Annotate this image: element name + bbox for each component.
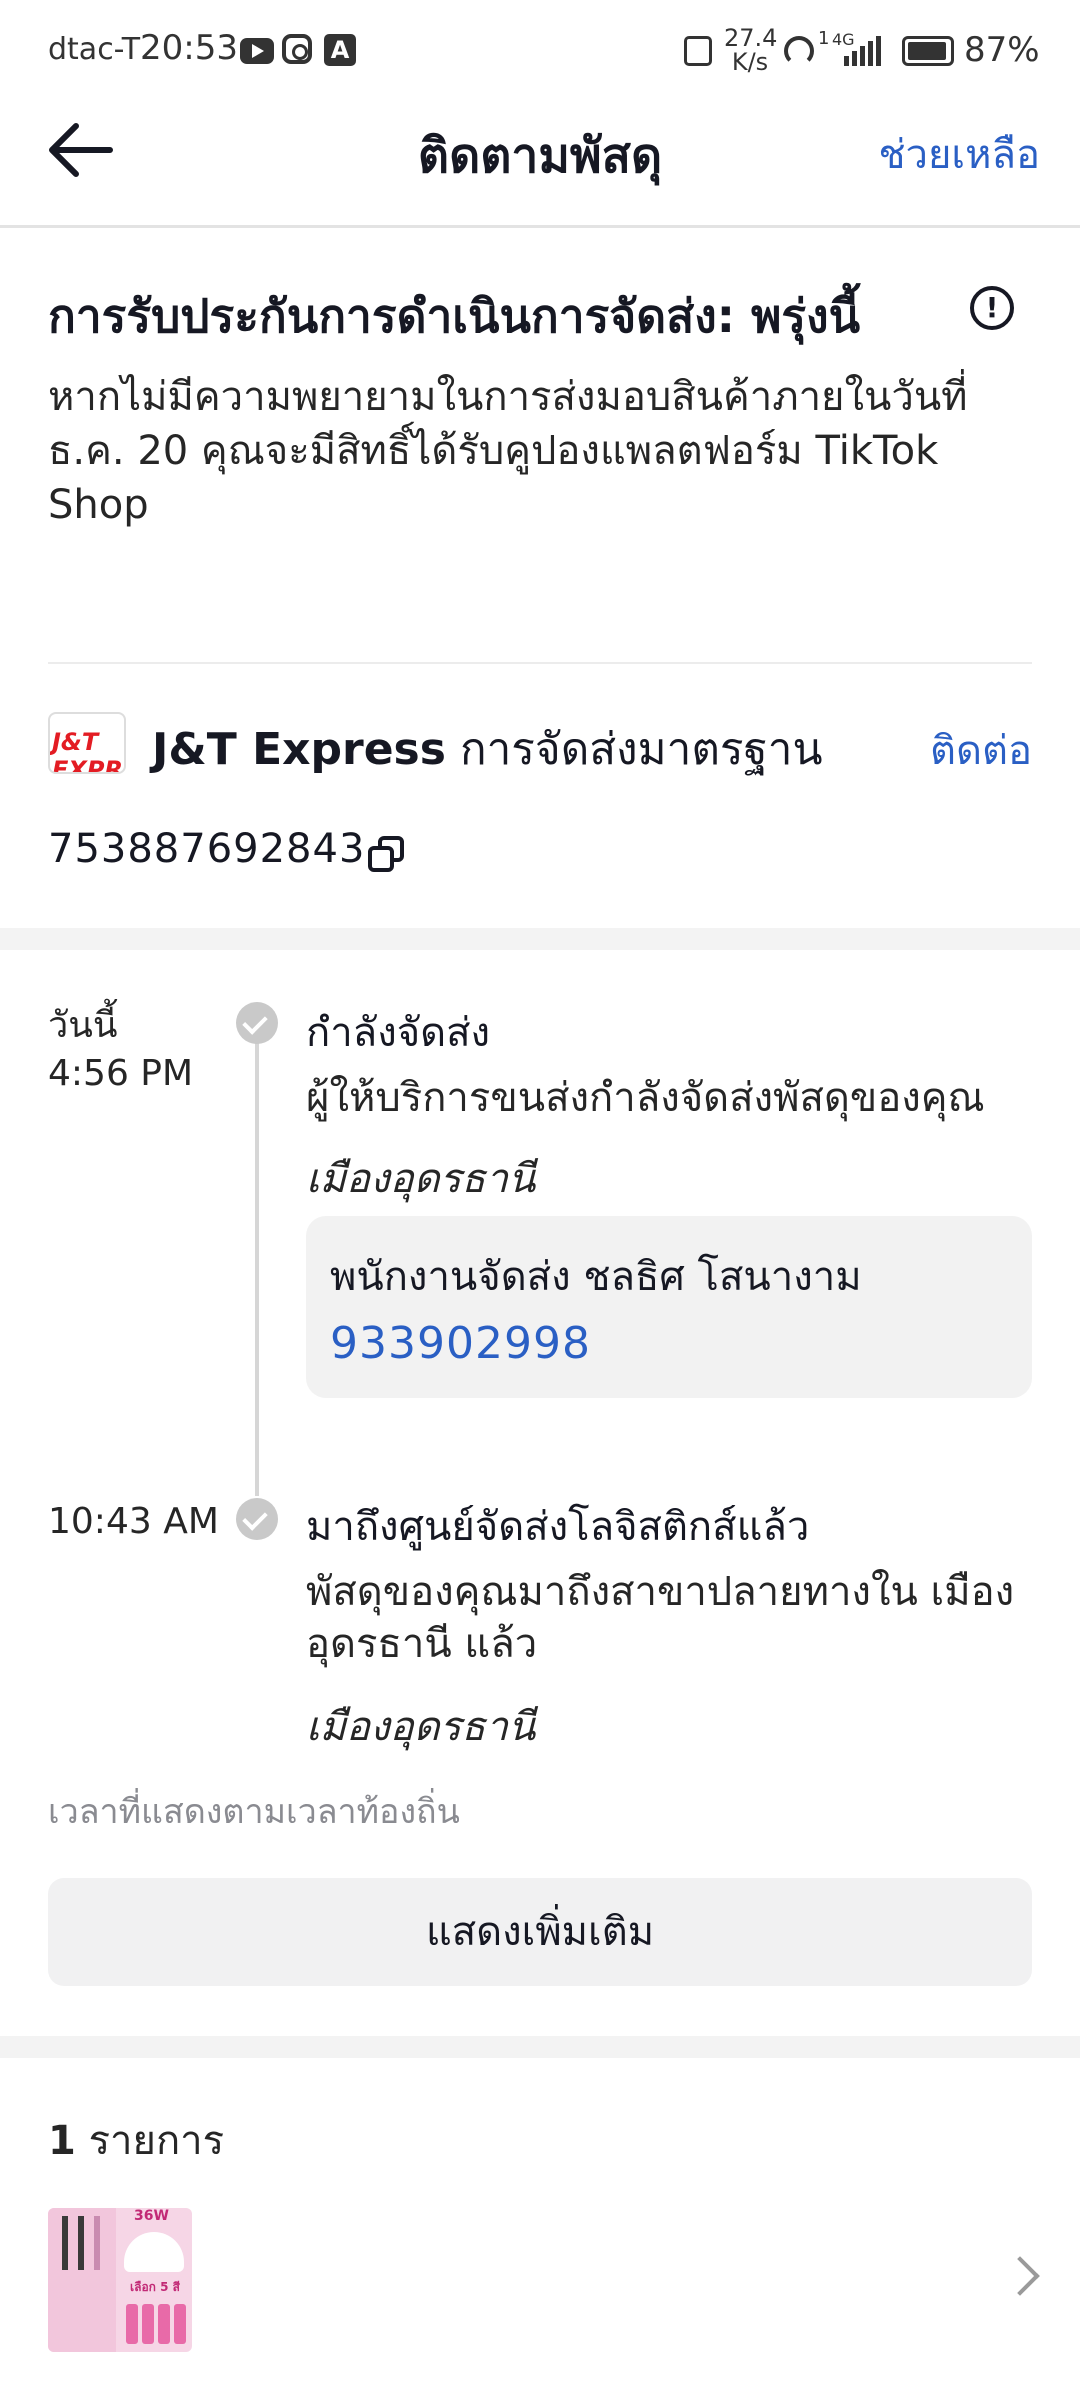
courier-phone-link[interactable]: 933902998 bbox=[330, 1318, 591, 1369]
carrier-info: J&T Express การจัดส่งมาตรฐาน bbox=[152, 714, 823, 784]
event-description: พัสดุของคุณมาถึงสาขาปลายทางใน เมืองอุดรธ… bbox=[306, 1569, 1015, 1667]
status-bar: dtac-T 20:53 A 27.4 K/s 1 4G 87% bbox=[0, 0, 1080, 100]
event-status: มาถึงศูนย์จัดส่งโลจิสติกส์แล้ว bbox=[306, 1504, 810, 1550]
signal-sup: 1 bbox=[818, 28, 830, 49]
net-speed-value: 27.4 bbox=[724, 24, 778, 52]
section-divider bbox=[48, 662, 1032, 664]
items-count: 1 รายการ bbox=[48, 2108, 224, 2172]
net-speed: 27.4 K/s bbox=[724, 24, 778, 76]
event-description: ผู้ให้บริการขนส่งกำลังจัดส่งพัสดุของคุณ bbox=[306, 1075, 985, 1121]
battery-icon bbox=[902, 36, 954, 66]
timezone-note: เวลาที่แสดงตามเวลาท้องถิ่น bbox=[48, 1792, 460, 1832]
items-count-number: 1 bbox=[48, 2118, 76, 2164]
event-day: วันนี้ bbox=[48, 1005, 118, 1046]
event-time: 4:56 PM bbox=[48, 1053, 194, 1094]
courier-card: พนักงานจัดส่ง ชลธิศ โสนางาม 933902998 bbox=[306, 1216, 1032, 1398]
guarantee-description: หากไม่มีความพยายามในการส่งมอบสินค้าภายใน… bbox=[48, 374, 968, 528]
tracking-number: 753887692843 bbox=[48, 826, 366, 872]
signal-icon bbox=[836, 36, 886, 66]
carrier-logo: J&T EXPRE bbox=[48, 712, 126, 774]
app-a-icon: A bbox=[324, 34, 356, 66]
nfc-icon bbox=[684, 36, 712, 66]
chevron-right-icon[interactable] bbox=[1000, 2256, 1040, 2296]
header-divider bbox=[0, 225, 1080, 228]
section-separator bbox=[0, 928, 1080, 950]
thumb-badge: 36W bbox=[134, 2208, 169, 2224]
items-count-label: รายการ bbox=[88, 2118, 225, 2164]
guarantee-title: การรับประกันการดำเนินการจัดส่ง: พรุ่งนี้ bbox=[48, 289, 861, 343]
event-location: เมืองอุดรธานี bbox=[306, 1156, 536, 1202]
courier-label: พนักงานจัดส่ง ชลธิศ โสนางาม bbox=[330, 1254, 862, 1300]
net-speed-unit: K/s bbox=[731, 48, 769, 76]
info-icon[interactable]: ! bbox=[970, 286, 1014, 330]
youtube-icon bbox=[240, 38, 274, 64]
help-link[interactable]: ช่วยเหลือ bbox=[878, 122, 1040, 186]
check-icon bbox=[236, 1498, 278, 1540]
event-location: เมืองอุดรธานี bbox=[306, 1704, 536, 1750]
hotspot-icon bbox=[784, 36, 814, 66]
battery-level: 87% bbox=[964, 30, 1040, 70]
event-status: กำลังจัดส่ง bbox=[306, 1010, 491, 1056]
carrier-service: การจัดส่งมาตรฐาน bbox=[459, 724, 823, 775]
thumb-caption: เลือก 5 สี bbox=[130, 2280, 180, 2294]
contact-carrier-link[interactable]: ติดต่อ bbox=[930, 718, 1032, 782]
carrier-name: J&T Express bbox=[152, 724, 446, 775]
show-more-button[interactable]: แสดงเพิ่มเติม bbox=[48, 1878, 1032, 1986]
clock: 20:53 bbox=[140, 28, 238, 68]
event-time: 10:43 AM bbox=[48, 1501, 219, 1542]
instagram-icon bbox=[282, 34, 312, 64]
copy-icon[interactable] bbox=[366, 834, 406, 874]
check-icon bbox=[236, 1002, 278, 1044]
section-separator bbox=[0, 2036, 1080, 2058]
timeline-line bbox=[255, 1026, 259, 1496]
product-thumbnail[interactable]: 36W เลือก 5 สี bbox=[48, 2208, 192, 2352]
carrier-label: dtac-T bbox=[48, 32, 141, 67]
